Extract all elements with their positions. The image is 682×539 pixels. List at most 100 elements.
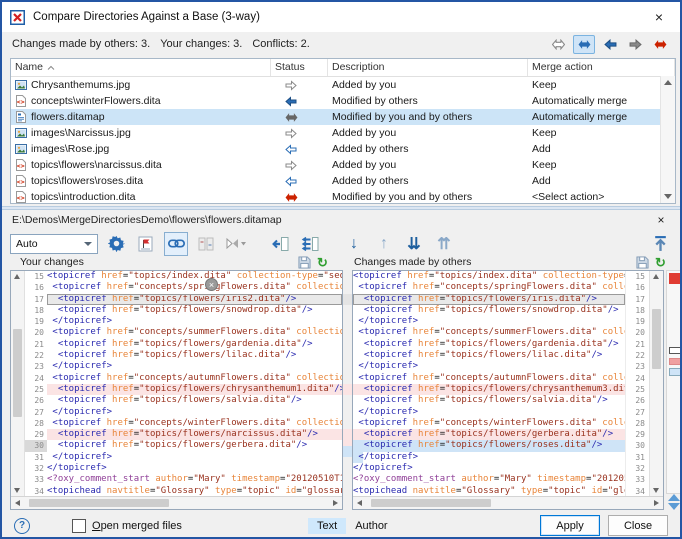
change-marker[interactable] — [669, 358, 681, 365]
diff-options-button[interactable] — [134, 232, 158, 256]
code-line[interactable]: 33<?oxy_comment_start author="Mary" time… — [25, 474, 342, 485]
scroll-left-icon[interactable] — [15, 500, 20, 506]
refresh-left-icon[interactable]: ↻ — [317, 257, 328, 269]
table-row[interactable]: images\Rose.jpgAdded by othersAdd — [11, 141, 675, 157]
open-merged-files-option[interactable]: Open merged files — [72, 519, 182, 533]
left-editor-pane[interactable]: 15<topicref href="topics/index.dita" col… — [10, 270, 343, 510]
scroll-up-icon[interactable] — [14, 274, 20, 279]
merge-action[interactable]: <Select action> — [528, 189, 675, 205]
code-line[interactable]: 18 <topicref href="topics/flowers/snowdr… — [25, 305, 342, 316]
word-level-compare-button[interactable] — [194, 232, 218, 256]
code-line[interactable]: 21 <topicref href="topics/flowers/garden… — [25, 339, 342, 350]
scroll-down-icon[interactable] — [664, 194, 672, 199]
left-code-area[interactable]: 15<topicref href="topics/index.dita" col… — [25, 271, 342, 496]
column-header-description[interactable]: Description — [328, 59, 528, 76]
copy-all-changes-button[interactable] — [298, 232, 322, 256]
code-line[interactable]: 29 <topicref href="topics/flowers/narcis… — [25, 429, 342, 440]
previous-change-button[interactable]: ↑ — [372, 232, 396, 256]
next-change-button[interactable]: ↓ — [342, 232, 366, 256]
code-line[interactable]: 27 </topicref> — [353, 407, 649, 418]
right-horizontal-scrollbar[interactable] — [353, 496, 663, 509]
scroll-right-icon[interactable] — [333, 500, 338, 506]
code-line[interactable]: 31 </topicref> — [25, 452, 342, 463]
code-line[interactable]: 19 </topicref> — [353, 316, 649, 327]
column-header-name[interactable]: Name — [11, 59, 271, 76]
merge-action[interactable]: Keep — [528, 157, 675, 173]
code-line[interactable]: 30 <topicref href="topics/flowers/roses.… — [353, 440, 649, 451]
conflict-marker[interactable] — [669, 273, 680, 284]
copy-change-right-to-left-button[interactable] — [268, 232, 292, 256]
table-row[interactable]: <>topics\flowers\narcissus.ditaAdded by … — [11, 157, 675, 173]
code-line[interactable]: 16 <topicref href="concepts/springFlower… — [25, 282, 342, 293]
last-change-button[interactable]: ⇊ — [402, 232, 426, 256]
table-row[interactable]: <>topics\flowers\roses.ditaAdded by othe… — [11, 173, 675, 189]
code-line[interactable]: 18 <topicref href="topics/flowers/snowdr… — [353, 305, 649, 316]
apply-button[interactable]: Apply — [540, 515, 600, 536]
merge-action[interactable]: Keep — [528, 125, 675, 141]
left-horizontal-scrollbar[interactable] — [11, 496, 342, 509]
code-line[interactable]: 17 <topicref href="topics/flowers/iris.d… — [353, 294, 649, 305]
go-to-first-difference-button[interactable] — [648, 232, 672, 256]
ruler-navigation[interactable] — [668, 494, 680, 512]
table-row[interactable]: <>concepts\winterFlowers.ditaModified by… — [11, 93, 675, 109]
scrollbar-thumb[interactable] — [652, 309, 661, 369]
code-line[interactable]: 28 <topicref href="concepts/winterFlower… — [25, 418, 342, 429]
right-code-area[interactable]: 15<topicref href="topics/index.dita" col… — [353, 271, 649, 496]
merge-action[interactable]: Automatically merge — [528, 109, 675, 125]
scroll-left-icon[interactable] — [357, 500, 362, 506]
code-line[interactable]: 19 </topicref> — [25, 316, 342, 327]
scroll-right-icon[interactable] — [654, 500, 659, 506]
filter-outgoing-changes-button[interactable] — [625, 36, 645, 53]
tab-author-mode[interactable]: Author — [346, 518, 396, 534]
code-line[interactable]: 21 <topicref href="topics/flowers/garden… — [353, 339, 649, 350]
filter-all-changes-button[interactable] — [548, 36, 568, 53]
scrollbar-thumb[interactable] — [371, 499, 491, 507]
scroll-down-icon[interactable] — [14, 488, 20, 493]
code-line[interactable]: 29 <topicref href="topics/flowers/gerber… — [353, 429, 649, 440]
close-dialog-icon[interactable]: × — [646, 9, 672, 25]
code-line[interactable]: 27 </topicref> — [25, 407, 342, 418]
scrollbar-thumb[interactable] — [29, 499, 169, 507]
table-scrollbar[interactable] — [660, 76, 675, 203]
code-line[interactable]: 24 <topicref href="concepts/autumnFlower… — [25, 373, 342, 384]
table-row[interactable]: Chrysanthemums.jpgAdded by youKeep — [11, 77, 675, 93]
checkbox[interactable] — [72, 519, 86, 533]
code-line[interactable]: 23 </topicref> — [353, 361, 649, 372]
help-icon[interactable]: ? — [14, 518, 30, 534]
code-line[interactable]: 17 <topicref href="topics/flowers/iris2.… — [25, 294, 342, 305]
code-line[interactable]: 26 <topicref href="topics/flowers/salvia… — [353, 395, 649, 406]
code-line[interactable]: 31 </topicref> — [353, 452, 649, 463]
right-vertical-scrollbar[interactable] — [649, 271, 663, 496]
table-row[interactable]: flowers.ditamapModified by you and by ot… — [11, 109, 675, 125]
close-button[interactable]: Close — [608, 515, 668, 536]
code-line[interactable]: 25 <topicref href="topics/flowers/chrysa… — [25, 384, 342, 395]
code-line[interactable]: 30 <topicref href="topics/flowers/gerber… — [25, 440, 342, 451]
scroll-down-icon[interactable] — [653, 488, 659, 493]
next-block-dropdown-button[interactable] — [224, 232, 248, 256]
current-change-marker[interactable] — [669, 347, 681, 354]
synchronized-scrolling-button[interactable] — [164, 232, 188, 256]
merge-action[interactable]: Automatically merge — [528, 93, 675, 109]
right-editor-pane[interactable]: 15<topicref href="topics/index.dita" col… — [352, 270, 664, 510]
column-header-merge-action[interactable]: Merge action — [528, 59, 675, 76]
save-left-icon[interactable] — [298, 256, 311, 269]
diff-mode-dropdown[interactable]: Auto — [10, 234, 98, 254]
code-line[interactable]: 15<topicref href="topics/index.dita" col… — [353, 271, 649, 282]
code-line[interactable]: 33<?oxy_comment_start author="Mary" time… — [353, 474, 649, 485]
code-line[interactable]: 34<topichead navtitle="Glossary" type="t… — [25, 486, 342, 496]
merge-action[interactable]: Add — [528, 141, 675, 157]
left-vertical-scrollbar[interactable] — [11, 271, 25, 496]
code-line[interactable]: 22 <topicref href="topics/flowers/lilac.… — [353, 350, 649, 361]
code-line[interactable]: 32</topicref> — [353, 463, 649, 474]
filter-conflicts-button[interactable] — [650, 36, 670, 53]
code-line[interactable]: 20 <topicref href="concepts/summerFlower… — [353, 327, 649, 338]
incoming-marker[interactable] — [669, 368, 681, 376]
code-line[interactable]: 15<topicref href="topics/index.dita" col… — [25, 271, 342, 282]
table-row[interactable]: images\Narcissus.jpgAdded by youKeep — [11, 125, 675, 141]
scrollbar-thumb[interactable] — [13, 329, 22, 417]
close-merge-view-icon[interactable]: × — [652, 213, 670, 227]
code-line[interactable]: 16 <topicref href="concepts/springFlower… — [353, 282, 649, 293]
code-line[interactable]: 26 <topicref href="topics/flowers/salvia… — [25, 395, 342, 406]
table-row[interactable]: <>topics\introduction.ditaModified by yo… — [11, 189, 675, 205]
reject-change-icon[interactable]: × — [205, 278, 218, 291]
